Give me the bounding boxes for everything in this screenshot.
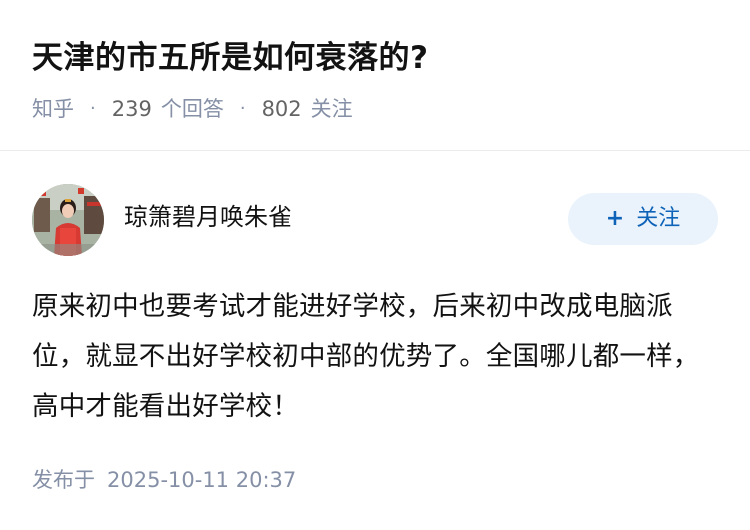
publish-info: 发布于 2025-10-11 20:37: [32, 464, 296, 496]
follower-count-label: 关注: [310, 97, 353, 121]
follow-button-label: 关注: [636, 206, 681, 231]
meta-separator: ·: [239, 98, 246, 119]
meta-separator: ·: [90, 98, 96, 119]
avatar-photo-icon: [32, 184, 104, 256]
author-name[interactable]: 琼箫碧月唤朱雀: [124, 200, 292, 234]
follow-button[interactable]: + 关注: [568, 193, 718, 245]
follower-count: 802: [261, 97, 302, 121]
plus-icon: +: [605, 206, 625, 231]
question-header: 天津的市五所是如何衰落的? 知乎 · 239 个回答 · 802 关注: [0, 0, 750, 151]
answer-content: 原来初中也要考试才能进好学校，后来初中改成电脑派位，就显不出好学校初中部的优势了…: [32, 291, 700, 422]
answer-count: 239: [111, 97, 152, 121]
question-meta: 知乎 · 239 个回答 · 802 关注: [32, 93, 353, 125]
publish-label: 发布于: [32, 468, 95, 492]
publish-time: 2025-10-11 20:37: [107, 468, 297, 492]
source-label[interactable]: 知乎: [32, 93, 74, 125]
answer-count-label[interactable]: 个回答: [161, 93, 224, 125]
author-row: 琼箫碧月唤朱雀 + 关注: [32, 184, 718, 256]
avatar[interactable]: [32, 184, 104, 256]
question-title[interactable]: 天津的市五所是如何衰落的?: [32, 36, 428, 80]
